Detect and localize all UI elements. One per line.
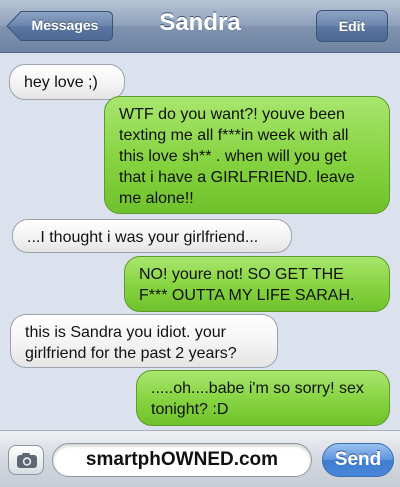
message-bubble-outgoing: WTF do you want?! youve been texting me … <box>104 96 390 214</box>
edit-button[interactable]: Edit <box>316 10 388 42</box>
send-button[interactable]: Send <box>322 443 394 477</box>
message-text: .....oh....babe i'm so sorry! sex tonigh… <box>151 380 364 418</box>
message-text: ...I thought i was your girlfriend... <box>27 229 259 246</box>
message-bubble-incoming: hey love ;) <box>9 64 125 100</box>
message-text: NO! youre not! SO GET THE F*** OUTTA MY … <box>139 266 355 304</box>
message-bubble-outgoing: NO! youre not! SO GET THE F*** OUTTA MY … <box>124 256 390 312</box>
message-text: WTF do you want?! youve been texting me … <box>119 106 355 207</box>
camera-button[interactable] <box>8 445 44 475</box>
message-text: this is Sandra you idiot. your girlfrien… <box>25 324 237 362</box>
message-composer: smartphOWNED.com Send <box>0 430 400 487</box>
message-input[interactable]: smartphOWNED.com <box>52 443 312 477</box>
message-bubble-incoming: this is Sandra you idiot. your girlfrien… <box>10 314 278 368</box>
message-bubble-outgoing: .....oh....babe i'm so sorry! sex tonigh… <box>136 370 390 426</box>
message-bubble-incoming: ...I thought i was your girlfriend... <box>12 219 292 253</box>
message-text: hey love ;) <box>24 74 98 91</box>
navigation-bar: Messages Sandra Edit <box>0 0 400 53</box>
camera-icon <box>17 453 37 468</box>
conversation[interactable]: hey love ;) WTF do you want?! youve been… <box>0 52 400 430</box>
